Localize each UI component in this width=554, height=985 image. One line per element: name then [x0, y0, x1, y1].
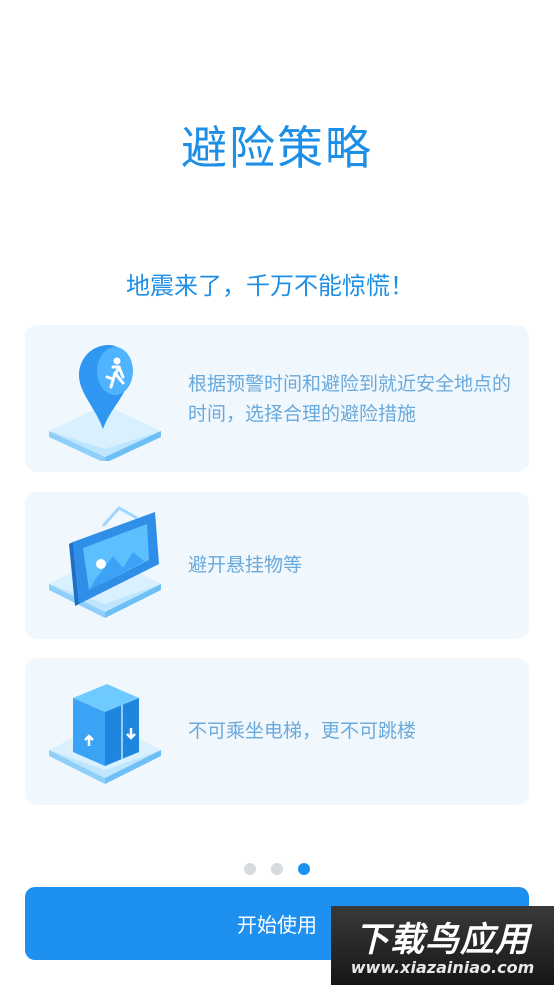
tip-text: 根据预警时间和避险到就近安全地点的时间，选择合理的避险措施 — [188, 373, 512, 425]
start-button-label: 开始使用 — [237, 913, 317, 937]
page-indicator — [0, 860, 554, 879]
page-dot-active[interactable] — [298, 863, 311, 875]
elevator-icon — [49, 684, 161, 784]
location-runner-icon — [49, 345, 161, 461]
tip-card: 避开悬挂物等 — [25, 492, 529, 639]
watermark-url: www.xiazainiao.com — [350, 958, 535, 977]
watermark-logo: 下载鸟应用 www.xiazainiao.com — [331, 906, 554, 985]
page-subtitle: 地震来了，千万不能惊慌！ — [126, 272, 414, 300]
tip-card: 根据预警时间和避险到就近安全地点的时间，选择合理的避险措施 — [25, 325, 529, 472]
page-title: 避险策略 — [181, 121, 373, 175]
tip-text: 不可乘坐电梯，更不可跳楼 — [188, 720, 417, 742]
tip-card: 不可乘坐电梯，更不可跳楼 — [25, 658, 529, 805]
watermark-title: 下载鸟应用 — [355, 920, 530, 960]
tip-text: 避开悬挂物等 — [188, 554, 303, 576]
page-dot[interactable] — [271, 863, 283, 875]
page-dot[interactable] — [243, 863, 256, 875]
hanging-picture-icon — [49, 506, 161, 618]
